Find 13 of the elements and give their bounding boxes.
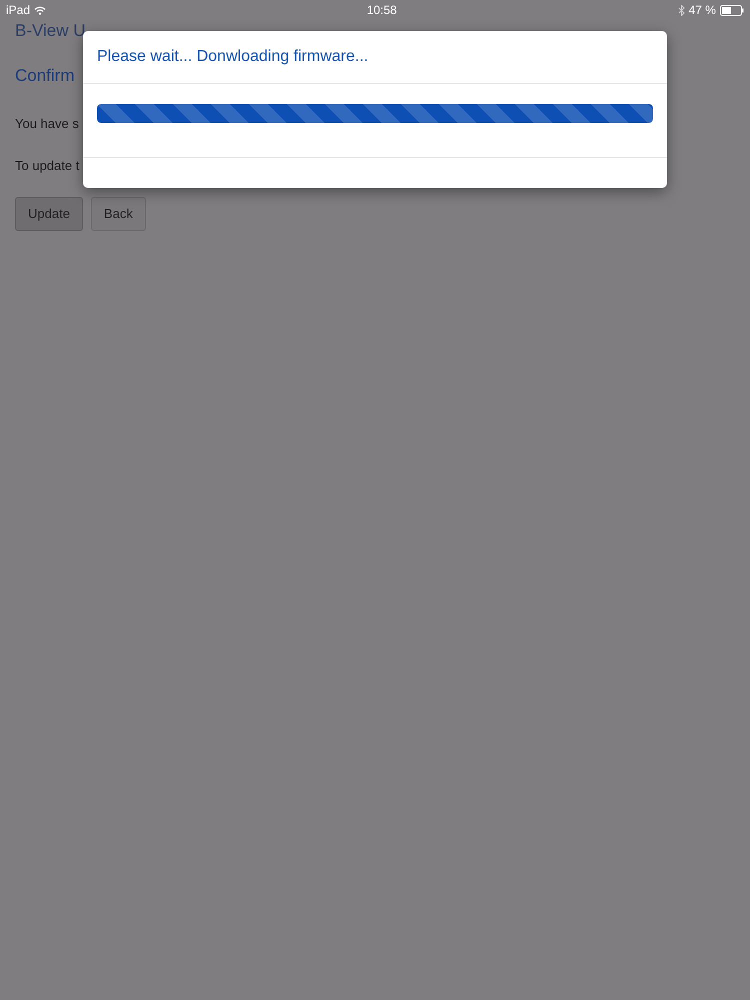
modal-title: Please wait... Donwloading firmware... [97,48,368,65]
page-heading: Confirm [15,66,76,86]
back-button[interactable]: Back [90,197,146,231]
battery-percent: 47 % [688,2,716,19]
bluetooth-icon [678,4,685,16]
device-name: iPad [6,2,30,19]
clock-time: 10:58 [366,2,397,19]
wifi-icon [34,6,46,14]
brand-title[interactable]: B-View U [15,20,86,42]
body-text: To update t [15,156,80,175]
body-text: You have s [15,115,80,134]
battery-icon [720,4,744,16]
update-button[interactable]: Update [15,197,83,231]
